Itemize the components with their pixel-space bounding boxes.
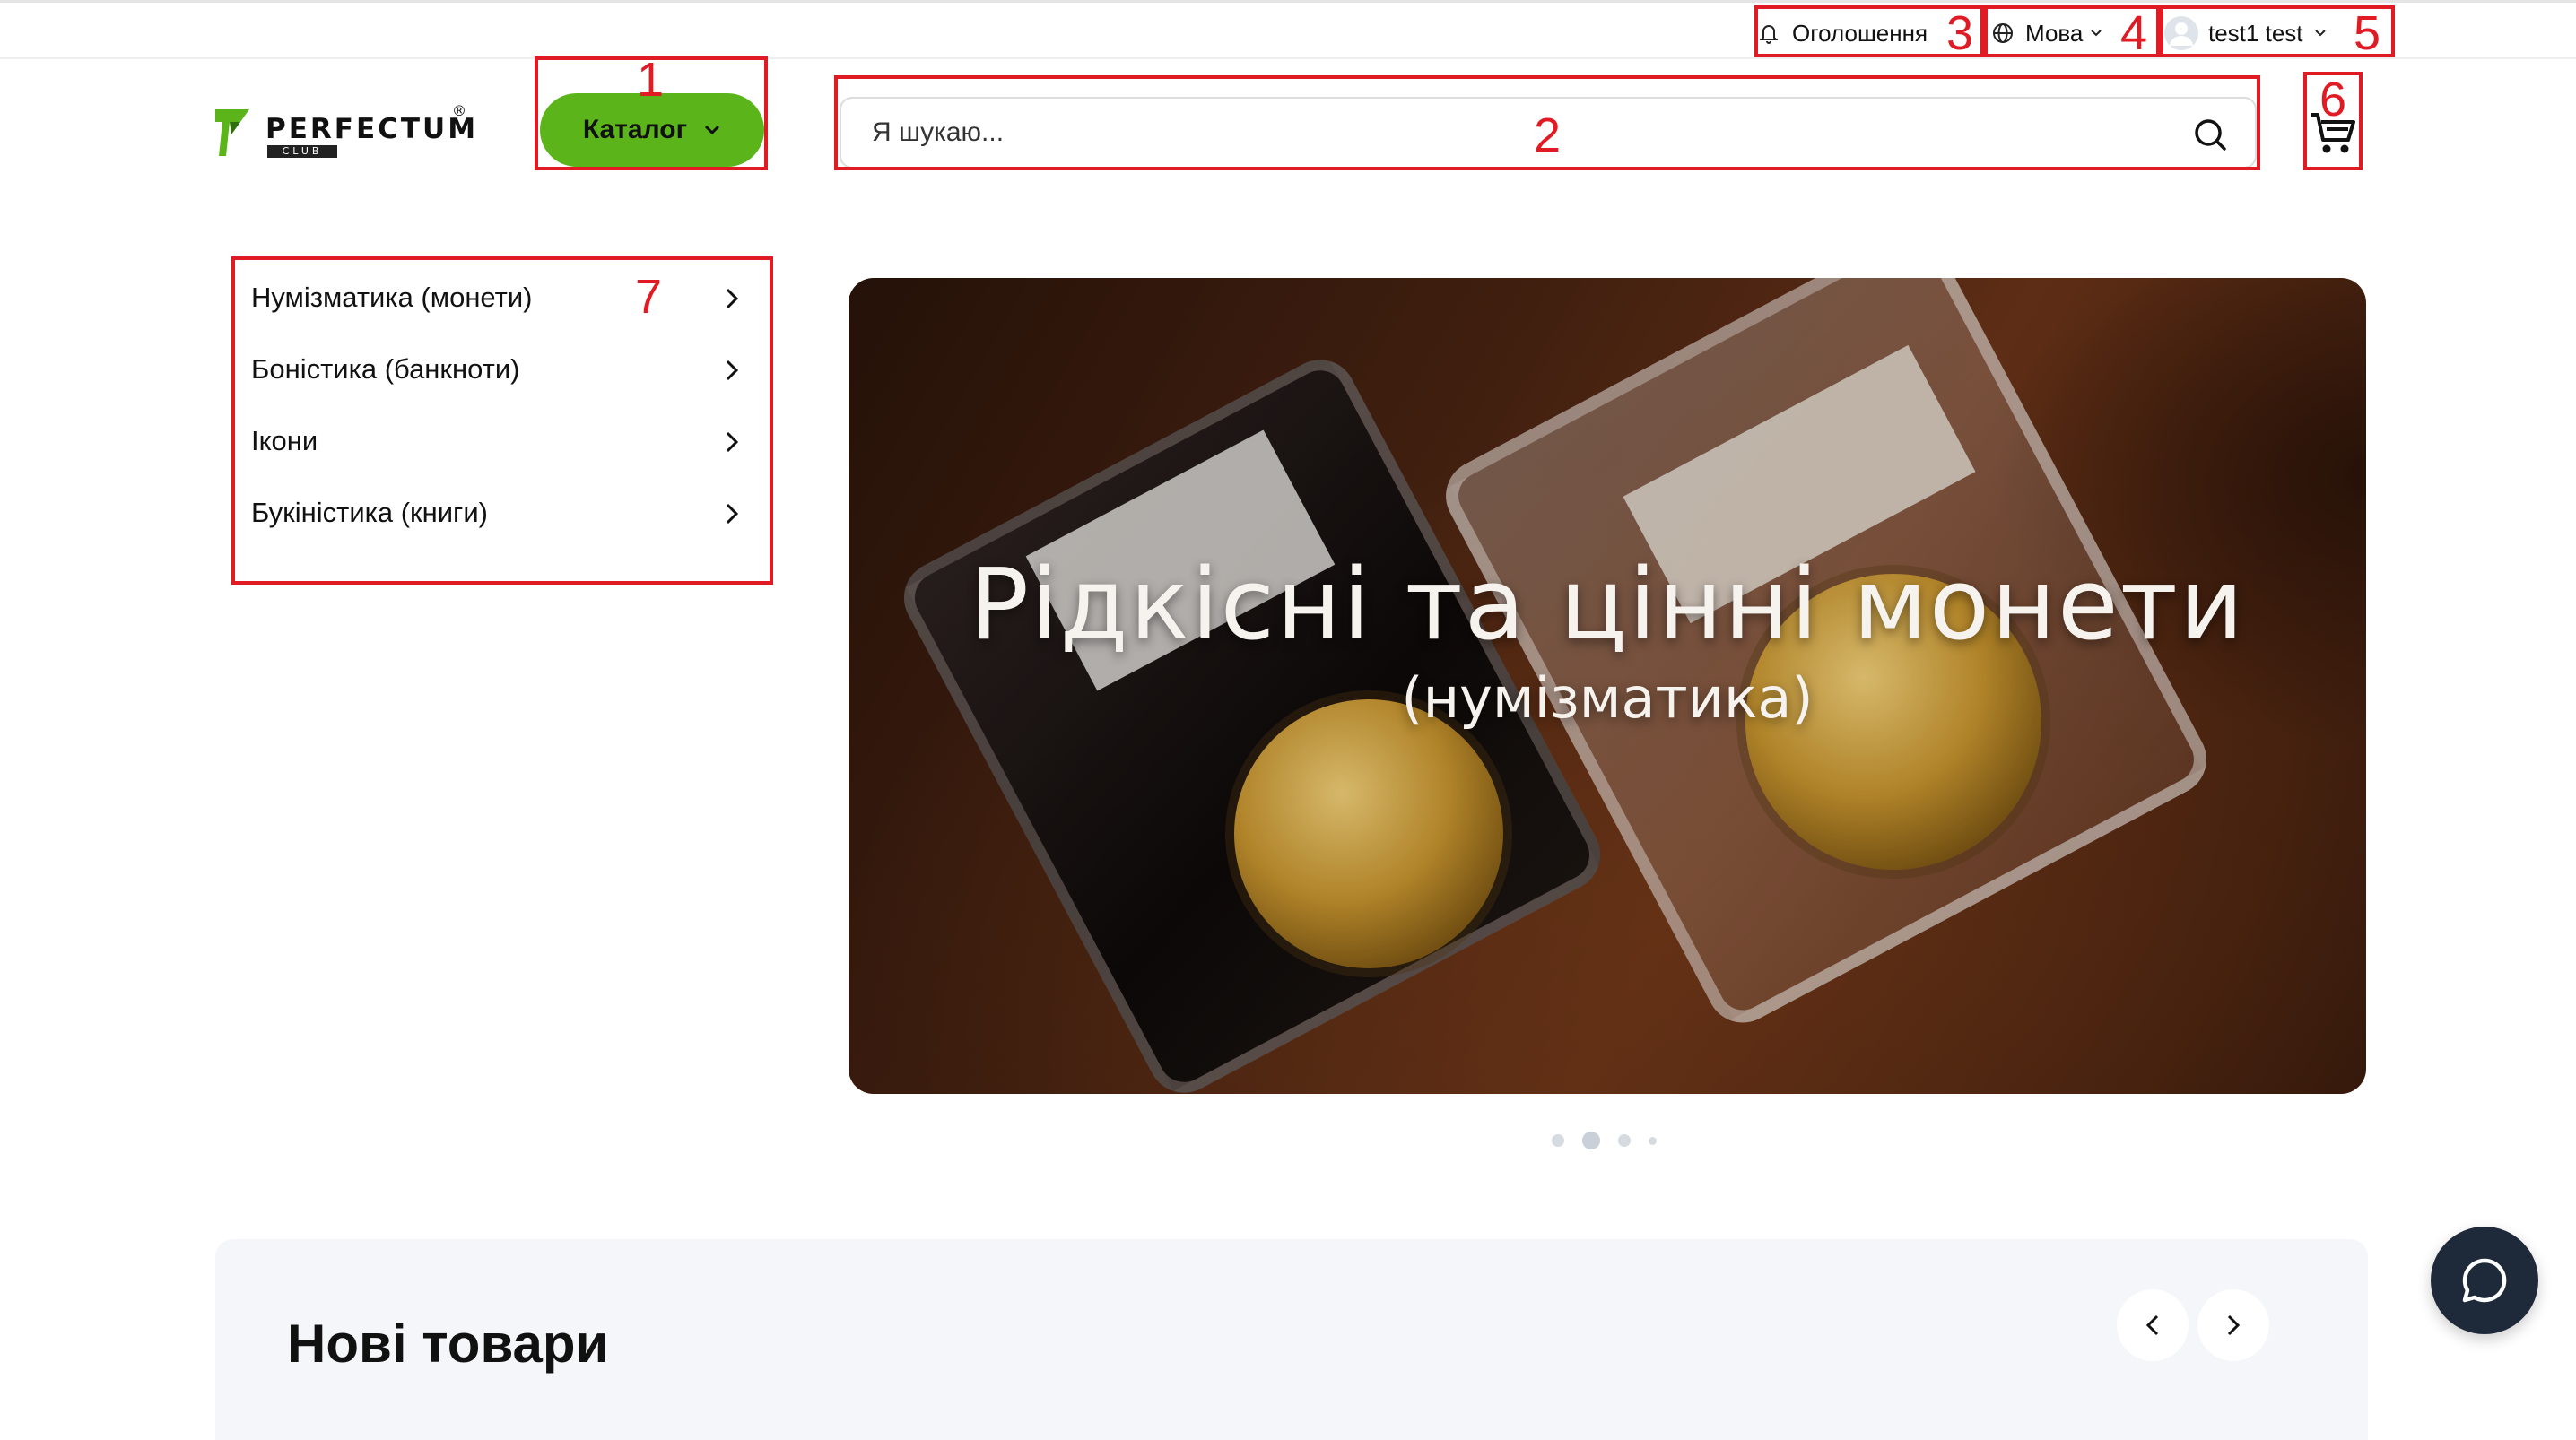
carousel-dot[interactable]: [1649, 1136, 1657, 1145]
next-button[interactable]: [2197, 1289, 2269, 1361]
chat-button[interactable]: [2431, 1227, 2538, 1334]
banner-subtitle: (нумізматика): [1401, 665, 1814, 731]
carousel-dot[interactable]: [1582, 1132, 1600, 1149]
annotation-number: 6: [2319, 73, 2347, 126]
new-products-section: Нові товари: [215, 1239, 2368, 1440]
section-title: Нові товари: [287, 1314, 609, 1374]
carousel-dots: [1552, 1132, 1657, 1149]
carousel-dot[interactable]: [1552, 1134, 1564, 1147]
carousel-dot[interactable]: [1618, 1134, 1631, 1147]
annotation-number: 2: [1534, 108, 1562, 162]
chevron-left-icon: [2145, 1314, 2159, 1336]
annotation-number: 4: [2120, 6, 2148, 60]
logo-mark-icon: [215, 109, 249, 156]
logo-sub: CLUB: [267, 145, 337, 158]
prev-button[interactable]: [2117, 1289, 2189, 1361]
annotation-number: 5: [2354, 6, 2381, 60]
annotation-number: 1: [637, 53, 665, 107]
annotation-number: 3: [1946, 6, 1974, 60]
annotation-box: [231, 256, 773, 585]
annotation-number: 7: [635, 270, 663, 324]
logo-text: PERFECTUM: [265, 113, 479, 145]
chevron-right-icon: [2227, 1314, 2241, 1336]
logo-registered: ®: [452, 102, 466, 119]
banner-title: Рідкісні та цінні монети: [969, 547, 2246, 662]
hero-banner[interactable]: Рідкісні та цінні монети (нумізматика): [849, 278, 2366, 1094]
site-logo[interactable]: PERFECTUM CLUB ®: [212, 100, 475, 163]
chat-icon: [2462, 1258, 2507, 1303]
